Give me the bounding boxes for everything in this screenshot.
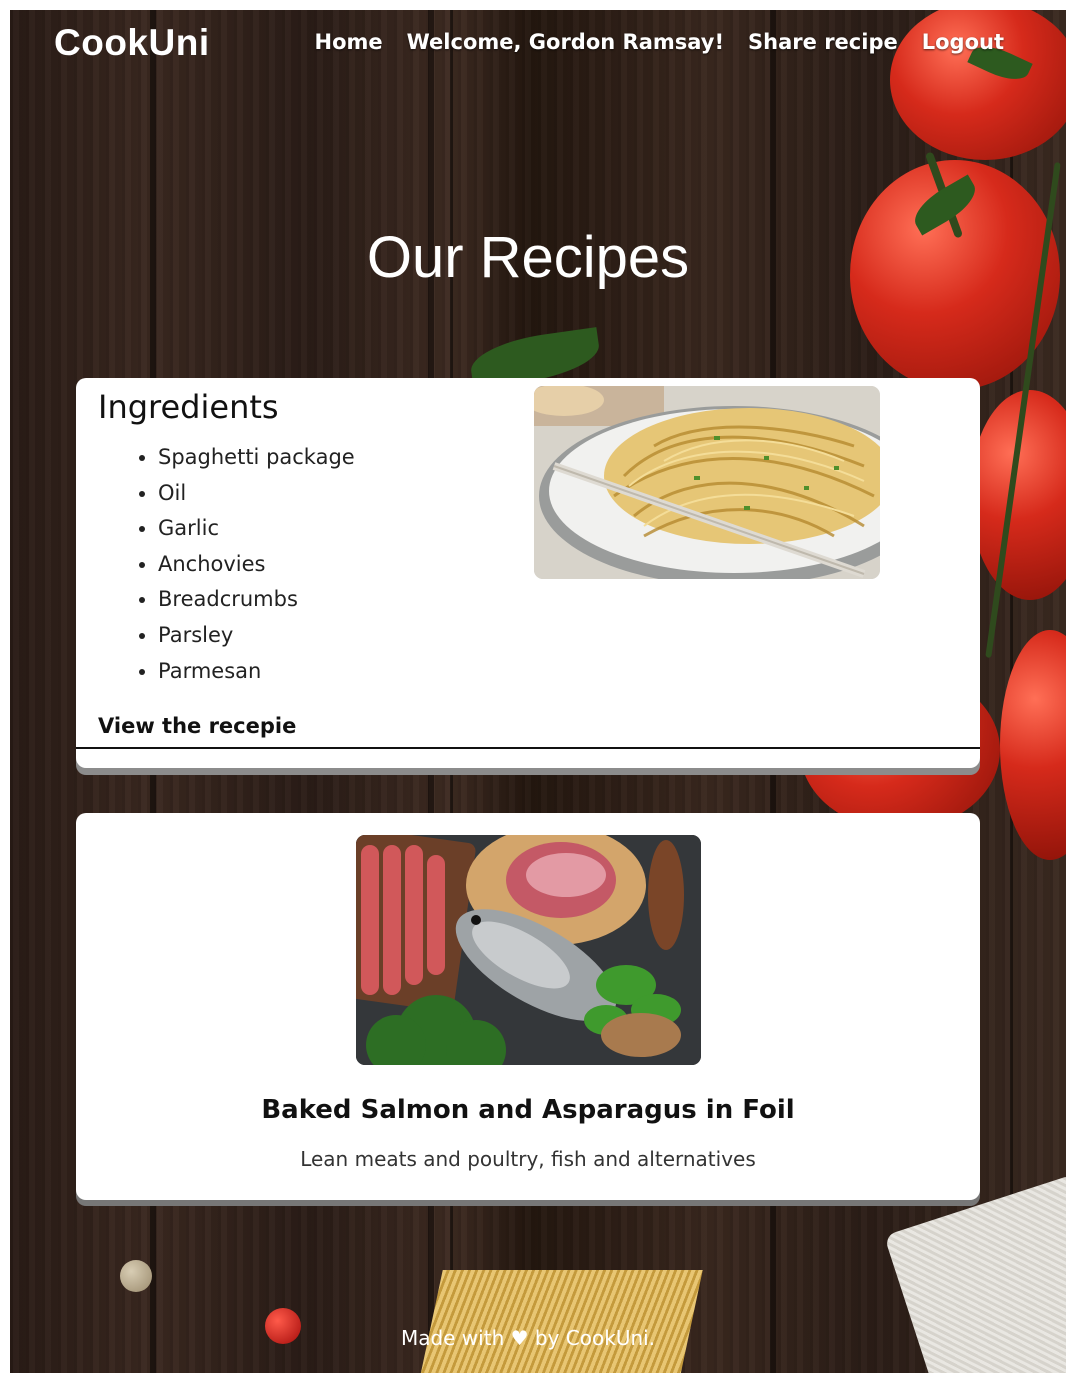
recipe-card[interactable]: Baked Salmon and Asparagus in Foil Lean … [76, 813, 980, 1200]
nav-share-recipe-link[interactable]: Share recipe [748, 30, 898, 54]
page-background: CookUni Home Welcome, Gordon Ramsay! Sha… [10, 10, 1066, 1373]
recipe-title[interactable]: Baked Salmon and Asparagus in Foil [76, 1095, 980, 1125]
ingredients-list: Spaghetti package Oil Garlic Anchovies B… [98, 442, 355, 691]
footer-suffix: by CookUni. [534, 1326, 656, 1350]
divider [76, 747, 980, 749]
footer-prefix: Made with [400, 1326, 505, 1350]
recipe-category: Lean meats and poultry, fish and alterna… [300, 1147, 756, 1171]
footer: Made with ♥ by CookUni. [10, 1326, 1046, 1350]
recipe-detail-card: Ingredients Spaghetti package Oil Garlic… [76, 378, 980, 768]
ingredient-item: Breadcrumbs [158, 584, 355, 620]
nav-links: Home Welcome, Gordon Ramsay! Share recip… [315, 30, 1005, 54]
ingredient-item: Garlic [158, 513, 355, 549]
fish-and-meat-image [356, 835, 701, 1065]
view-recipe-link[interactable]: View the recepie [98, 714, 296, 738]
ingredient-item: Parmesan [158, 656, 355, 692]
nav-welcome-link[interactable]: Welcome, Gordon Ramsay! [407, 30, 724, 54]
nav-home-link[interactable]: Home [315, 30, 383, 54]
heart-icon: ♥ [510, 1326, 529, 1350]
spaghetti-dish-image [534, 386, 880, 579]
ingredient-item: Spaghetti package [158, 442, 355, 478]
top-navbar: CookUni Home Welcome, Gordon Ramsay! Sha… [10, 10, 1066, 80]
ingredient-item: Anchovies [158, 549, 355, 585]
ingredients-heading: Ingredients [98, 388, 279, 426]
nav-logout-link[interactable]: Logout [922, 30, 1004, 54]
ingredient-item: Parsley [158, 620, 355, 656]
site-logo[interactable]: CookUni [54, 22, 210, 64]
page-title: Our Recipes [366, 225, 690, 290]
ingredient-item: Oil [158, 478, 355, 514]
